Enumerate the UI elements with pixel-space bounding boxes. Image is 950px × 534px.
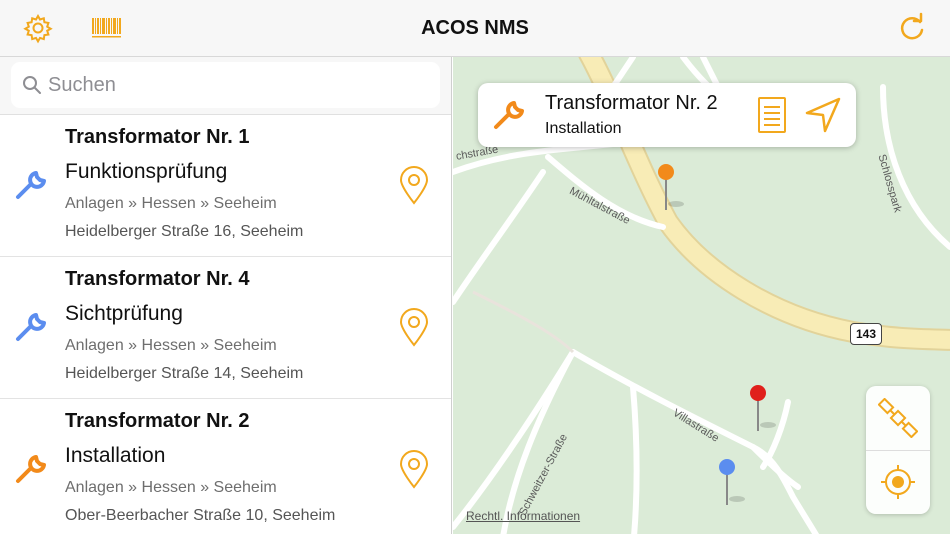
item-path: Anlagen » Hessen » Seeheim: [65, 195, 277, 212]
wrench-icon: [494, 101, 524, 129]
location-pin-icon[interactable]: [398, 307, 430, 347]
map-pin-red[interactable]: [748, 383, 778, 433]
task-list-panel: Transformator Nr. 1 Funktionsprüfung Anl…: [0, 57, 452, 534]
callout-title: Transformator Nr. 2: [545, 92, 718, 114]
item-task: Installation: [65, 444, 166, 467]
item-title: Transformator Nr. 1: [65, 126, 250, 148]
navigation-bar: ACOS NMS: [0, 0, 950, 57]
search-input[interactable]: [48, 62, 428, 108]
document-icon[interactable]: [756, 95, 788, 135]
satellite-icon[interactable]: [878, 398, 918, 438]
page-title: ACOS NMS: [421, 17, 529, 39]
wrench-icon: [16, 313, 46, 341]
search-bar: [0, 57, 451, 115]
refresh-icon[interactable]: [896, 12, 928, 44]
list-item[interactable]: Transformator Nr. 2 Installation Anlagen…: [0, 399, 451, 534]
item-path: Anlagen » Hessen » Seeheim: [65, 337, 277, 354]
locate-me-icon[interactable]: [880, 464, 916, 500]
wrench-icon: [16, 455, 46, 483]
location-pin-icon[interactable]: [398, 449, 430, 489]
item-address: Heidelberger Straße 14, Seeheim: [65, 365, 304, 382]
location-pin-icon[interactable]: [398, 165, 430, 205]
item-title: Transformator Nr. 4: [65, 268, 250, 290]
item-path: Anlagen » Hessen » Seeheim: [65, 479, 277, 496]
list-item[interactable]: Transformator Nr. 1 Funktionsprüfung Anl…: [0, 115, 451, 257]
list-item[interactable]: Transformator Nr. 4 Sichtprüfung Anlagen…: [0, 257, 451, 399]
item-task: Sichtprüfung: [65, 302, 183, 325]
search-icon: [23, 76, 41, 94]
callout-subtitle: Installation: [545, 120, 622, 137]
map-pin-orange[interactable]: [656, 162, 686, 212]
navigation-arrow-icon[interactable]: [804, 96, 842, 134]
divider: [866, 450, 930, 451]
item-address: Heidelberger Straße 16, Seeheim: [65, 223, 304, 240]
legal-link[interactable]: Rechtl. Informationen: [466, 509, 580, 523]
map-controls: [866, 386, 930, 514]
item-title: Transformator Nr. 2: [65, 410, 250, 432]
map-pin-blue[interactable]: [717, 457, 747, 507]
search-field-container[interactable]: [11, 62, 440, 108]
map-callout[interactable]: Transformator Nr. 2 Installation: [478, 83, 856, 147]
route-shield: 143: [850, 323, 882, 345]
wrench-icon: [16, 171, 46, 199]
item-task: Funktionsprüfung: [65, 160, 228, 183]
item-address: Ober-Beerbacher Straße 10, Seeheim: [65, 507, 336, 524]
